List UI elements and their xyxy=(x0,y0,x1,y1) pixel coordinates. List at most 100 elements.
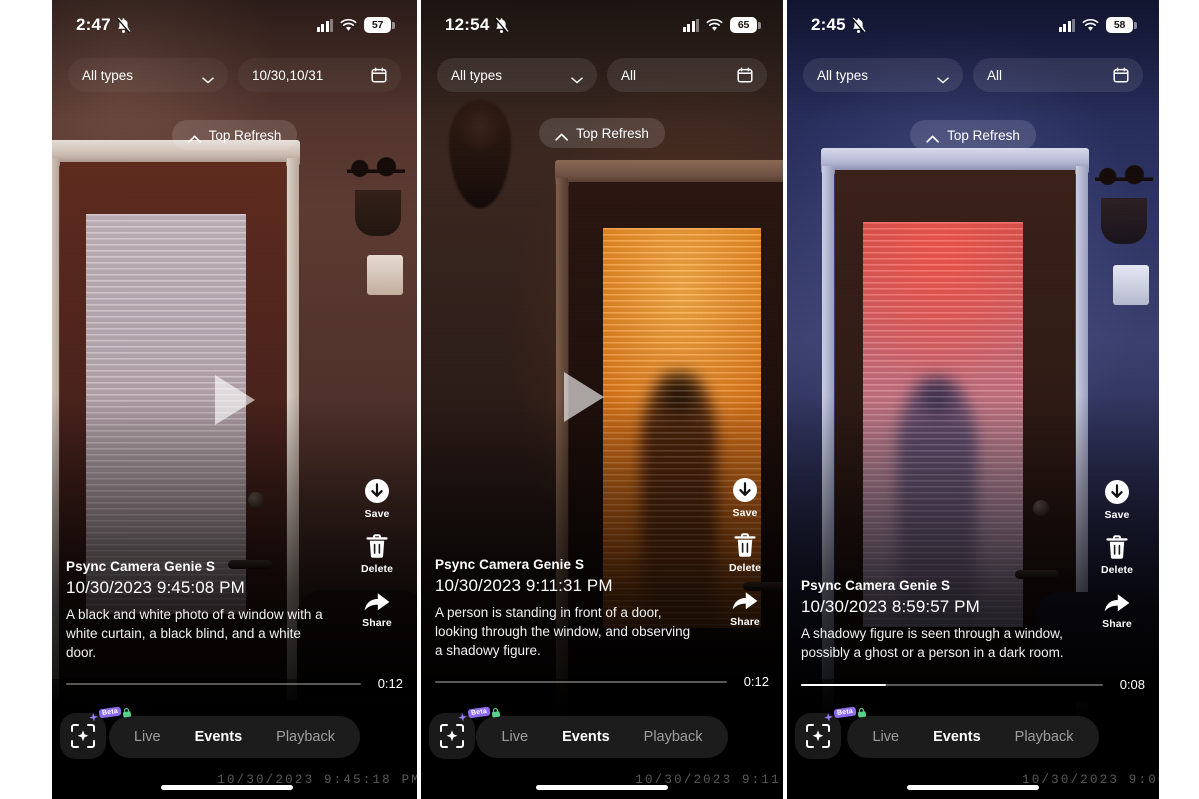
tab-events[interactable]: Events xyxy=(545,716,627,758)
share-button[interactable]: Share xyxy=(730,588,760,628)
save-button[interactable]: Save xyxy=(732,477,758,519)
calendar-icon xyxy=(371,67,387,83)
top-refresh-label: Top Refresh xyxy=(208,127,282,143)
hanging-keys xyxy=(1101,198,1147,244)
battery-percent: 58 xyxy=(1106,17,1133,33)
event-action-rail: Save Delete Share xyxy=(1089,479,1145,630)
event-type-filter-label: All types xyxy=(82,67,134,83)
event-type-filter[interactable]: All types xyxy=(68,58,228,92)
clip-duration: 0:12 xyxy=(743,674,769,689)
top-refresh-button[interactable]: Top Refresh xyxy=(171,120,298,150)
tab-live[interactable]: Live xyxy=(117,716,178,758)
light-switch-plate xyxy=(367,255,403,295)
progress-track[interactable] xyxy=(435,680,727,683)
share-label: Share xyxy=(362,617,392,629)
bottom-bar: Beta Live Events Playback xyxy=(421,705,783,763)
date-range-filter[interactable]: 10/30,10/31 xyxy=(238,58,401,92)
progress-track[interactable] xyxy=(66,682,361,685)
play-icon[interactable] xyxy=(563,372,604,422)
event-action-rail: Save Delete Share xyxy=(717,477,773,628)
ai-scan-button[interactable]: Beta xyxy=(60,705,132,759)
delete-button[interactable]: Delete xyxy=(361,534,393,575)
battery-icon: 65 xyxy=(730,17,761,33)
delete-button[interactable]: Delete xyxy=(1101,535,1133,576)
door-knob xyxy=(248,492,264,508)
event-type-filter[interactable]: All types xyxy=(437,58,597,92)
lock-icon xyxy=(121,704,132,718)
event-description: A black and white photo of a window with… xyxy=(66,606,323,660)
share-button[interactable]: Share xyxy=(362,589,392,629)
calendar-icon xyxy=(737,67,753,83)
battery-cap xyxy=(392,21,395,29)
save-button[interactable]: Save xyxy=(364,478,390,520)
playback-progress[interactable]: 0:12 xyxy=(66,676,403,691)
save-label: Save xyxy=(364,508,390,520)
date-range-filter-label: 10/30,10/31 xyxy=(252,67,324,83)
share-arrow-icon xyxy=(731,588,759,612)
home-indicator[interactable] xyxy=(161,785,294,790)
event-type-filter[interactable]: All types xyxy=(803,58,963,92)
event-info: Psync Camera Genie S 10/30/2023 8:59:57 … xyxy=(801,578,1073,662)
tab-playback[interactable]: Playback xyxy=(998,716,1091,758)
hanging-keys xyxy=(355,190,401,236)
cellular-signal-icon xyxy=(316,18,333,32)
date-range-filter-label: All xyxy=(621,67,637,83)
date-range-filter[interactable]: All xyxy=(607,58,767,92)
top-refresh-button[interactable]: Top Refresh xyxy=(539,118,665,148)
ai-scan-button[interactable]: Beta xyxy=(795,705,867,759)
event-timestamp: 10/30/2023 8:59:57 PM xyxy=(801,596,980,616)
caret-up-icon xyxy=(187,131,201,143)
share-arrow-icon xyxy=(363,589,391,613)
bell-off-icon xyxy=(116,17,131,34)
sparkle-icon xyxy=(823,709,834,722)
ai-sparkle-scan-icon xyxy=(439,723,465,749)
screenshot-collage: 2:47 57 All types 10/30,10/31 Top Refres… xyxy=(0,0,1199,799)
top-refresh-button[interactable]: Top Refresh xyxy=(910,120,1036,150)
clip-duration: 0:08 xyxy=(1119,677,1145,692)
lock-icon xyxy=(490,704,501,718)
home-indicator[interactable] xyxy=(907,785,1039,790)
playback-progress[interactable]: 0:12 xyxy=(435,674,769,689)
event-description: A shadowy figure is seen through a windo… xyxy=(801,625,1064,660)
event-device-name: Psync Camera Genie S xyxy=(66,558,216,574)
ai-sparkle-scan-icon xyxy=(70,723,96,749)
battery-icon: 57 xyxy=(364,17,395,33)
share-arrow-icon xyxy=(1103,590,1131,614)
caret-up-icon xyxy=(555,129,568,141)
tab-playback[interactable]: Playback xyxy=(259,716,352,758)
bell-off-icon xyxy=(851,17,866,34)
filter-bar: All types 10/30,10/31 xyxy=(52,56,417,94)
save-button[interactable]: Save xyxy=(1104,479,1130,521)
cellular-signal-icon xyxy=(1058,18,1075,32)
download-icon xyxy=(364,478,390,504)
play-icon[interactable] xyxy=(214,375,255,425)
light-switch-plate xyxy=(1113,265,1149,305)
playback-progress[interactable]: 0:08 xyxy=(801,677,1145,692)
status-time: 12:54 xyxy=(445,15,490,34)
tab-live[interactable]: Live xyxy=(855,716,916,758)
mode-tabbar: Live Events Playback xyxy=(476,716,728,758)
battery-percent: 65 xyxy=(730,17,757,33)
mode-tabbar: Live Events Playback xyxy=(847,716,1099,758)
ai-scan-button[interactable]: Beta xyxy=(429,705,501,759)
delete-label: Delete xyxy=(728,562,762,574)
date-range-filter[interactable]: All xyxy=(973,58,1143,92)
event-device-name: Psync Camera Genie S xyxy=(435,556,585,572)
tab-events[interactable]: Events xyxy=(178,716,260,758)
ai-sparkle-scan-icon xyxy=(805,723,831,749)
sparkle-icon xyxy=(457,709,468,722)
trash-icon xyxy=(734,533,756,558)
tab-live[interactable]: Live xyxy=(484,716,545,758)
delete-button[interactable]: Delete xyxy=(729,533,761,574)
share-label: Share xyxy=(1102,618,1132,630)
share-button[interactable]: Share xyxy=(1102,590,1132,630)
home-indicator[interactable] xyxy=(536,785,668,790)
event-info: Psync Camera Genie S 10/30/2023 9:11:31 … xyxy=(435,557,697,660)
door-jamb-left xyxy=(52,158,59,700)
calendar-icon xyxy=(1113,67,1129,83)
trash-icon xyxy=(1106,535,1128,560)
door-knob xyxy=(1033,500,1049,516)
tab-events[interactable]: Events xyxy=(916,716,998,758)
progress-track[interactable] xyxy=(801,683,1103,686)
tab-playback[interactable]: Playback xyxy=(627,716,720,758)
